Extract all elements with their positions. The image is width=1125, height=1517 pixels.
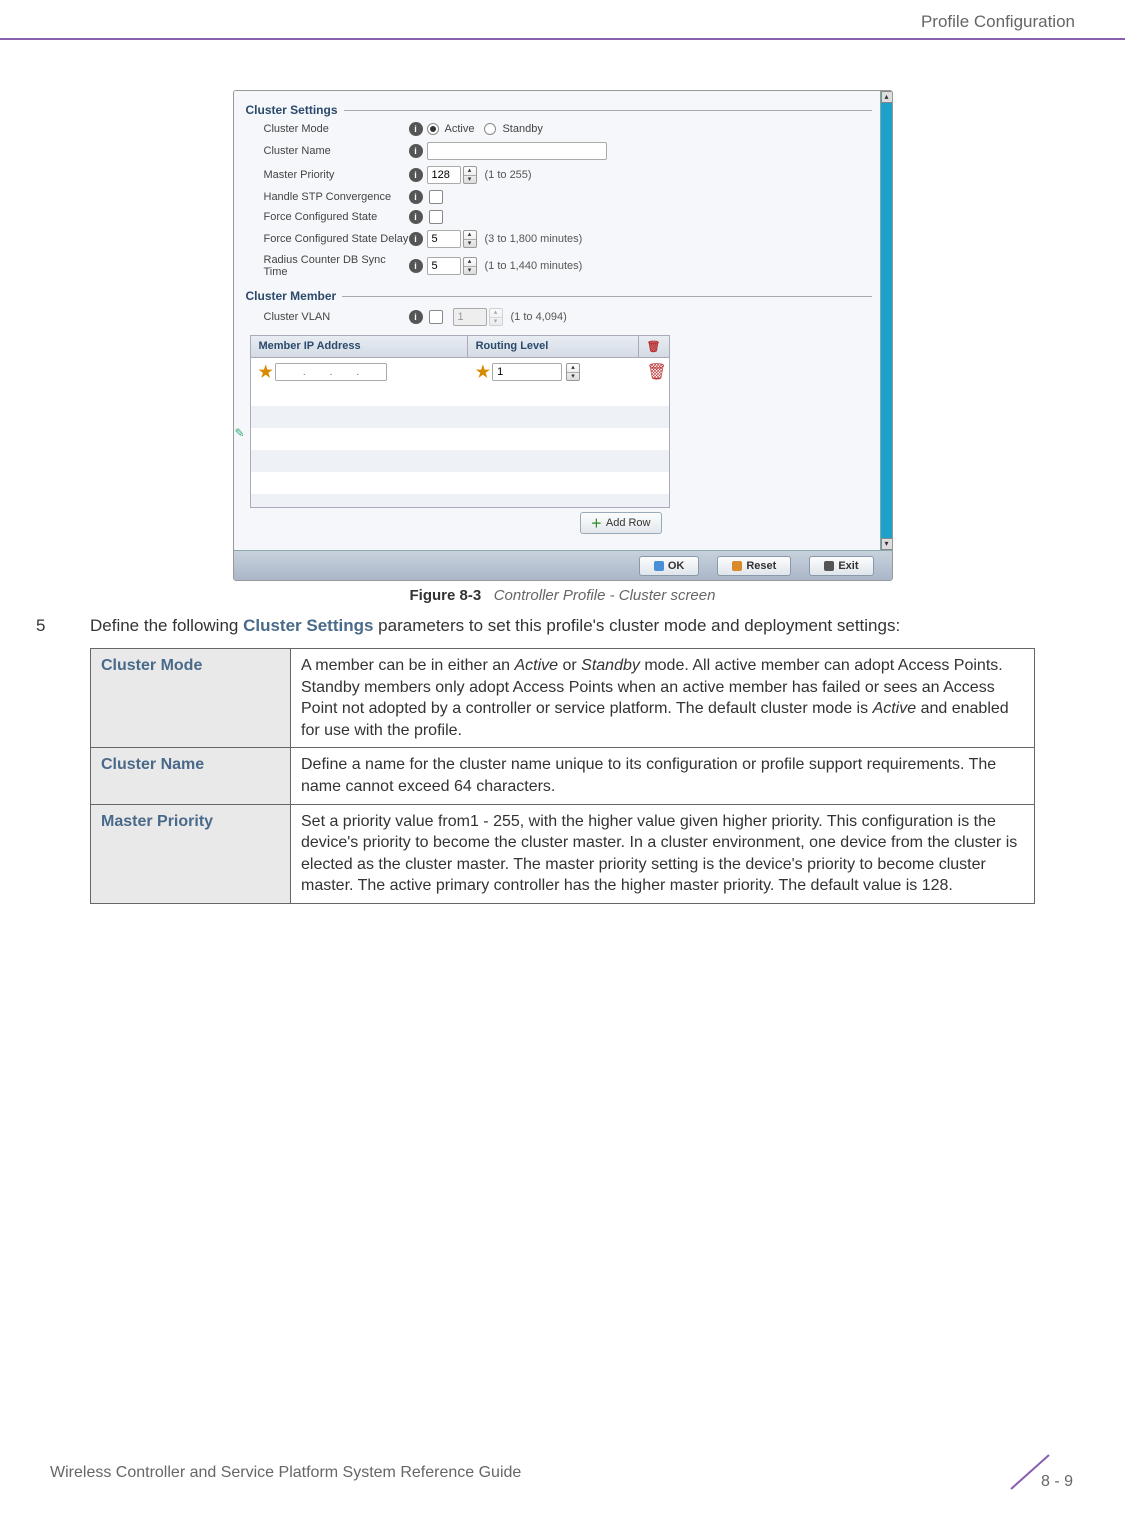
- scrollbar-vertical[interactable]: ▴ ▾: [880, 91, 892, 550]
- scroll-down-icon[interactable]: ▾: [881, 538, 893, 550]
- force-delay-spinner[interactable]: ▴▾: [463, 230, 477, 248]
- setting-term: Cluster Mode: [91, 649, 291, 748]
- dialog-footer: OK Reset Exit: [234, 550, 892, 580]
- setting-definition: A member can be in either an Active or S…: [291, 649, 1035, 748]
- table-row: Cluster NameDefine a name for the cluste…: [91, 748, 1035, 804]
- cluster-member-legend: Cluster Member: [246, 289, 337, 303]
- force-delay-hint: (3 to 1,800 minutes): [485, 233, 583, 245]
- info-icon[interactable]: i: [409, 122, 423, 136]
- exit-button[interactable]: Exit: [809, 556, 873, 576]
- master-priority-spinner[interactable]: ▴▾: [463, 166, 477, 184]
- cluster-mode-label: Cluster Mode: [264, 123, 409, 135]
- info-icon[interactable]: i: [409, 168, 423, 182]
- scroll-up-icon[interactable]: ▴: [881, 91, 893, 103]
- radius-sync-input[interactable]: [427, 257, 461, 275]
- col-header-routing: Routing Level: [468, 336, 639, 357]
- reset-icon: [732, 561, 742, 571]
- radio-active-label: Active: [445, 123, 475, 135]
- radius-sync-spinner[interactable]: ▴▾: [463, 257, 477, 275]
- cluster-vlan-spinner: ▴▾: [489, 308, 503, 326]
- ok-button[interactable]: OK: [639, 556, 700, 576]
- setting-definition: Define a name for the cluster name uniqu…: [291, 748, 1035, 804]
- table-row: Cluster ModeA member can be in either an…: [91, 649, 1035, 748]
- required-star-icon: ★: [476, 362, 490, 382]
- handle-stp-label: Handle STP Convergence: [264, 191, 409, 203]
- page-header: Profile Configuration: [0, 0, 1125, 40]
- exit-icon: [824, 561, 834, 571]
- radio-active[interactable]: [427, 123, 439, 135]
- setting-term: Master Priority: [91, 804, 291, 903]
- routing-level-input[interactable]: [492, 363, 562, 381]
- page-number: 8 - 9: [1041, 1473, 1073, 1491]
- settings-description-table: Cluster ModeA member can be in either an…: [90, 648, 1035, 904]
- info-icon[interactable]: i: [409, 190, 423, 204]
- plus-icon: ＋: [591, 515, 602, 531]
- radio-standby-label: Standby: [502, 123, 542, 135]
- setting-definition: Set a priority value from1 - 255, with t…: [291, 804, 1035, 903]
- header-title: Profile Configuration: [921, 12, 1075, 31]
- cluster-vlan-label: Cluster VLAN: [264, 311, 409, 323]
- trash-header-icon[interactable]: 🗑: [647, 341, 661, 353]
- add-row-button[interactable]: ＋ Add Row: [580, 512, 662, 534]
- info-icon[interactable]: i: [409, 259, 423, 273]
- edit-pencil-icon[interactable]: ✎: [235, 426, 245, 440]
- screenshot-container: ▴ ▾ Cluster Settings Cluster Mode i: [233, 90, 893, 581]
- radius-sync-label: Radius Counter DB Sync Time: [264, 254, 409, 278]
- member-ip-input[interactable]: . . .: [275, 363, 387, 381]
- info-icon[interactable]: i: [409, 310, 423, 324]
- setting-term: Cluster Name: [91, 748, 291, 804]
- force-configured-checkbox[interactable]: [429, 210, 443, 224]
- master-priority-hint: (1 to 255): [485, 169, 532, 181]
- page-number-ornament: 8 - 9: [1005, 1453, 1075, 1493]
- force-delay-label: Force Configured State Delay: [264, 233, 409, 245]
- step-5: 5Define the following Cluster Settings p…: [30, 616, 1035, 636]
- cluster-settings-fieldset: Cluster Settings Cluster Mode i Active: [246, 103, 872, 281]
- force-configured-label: Force Configured State: [264, 211, 409, 223]
- master-priority-input[interactable]: [427, 166, 461, 184]
- handle-stp-checkbox[interactable]: [429, 190, 443, 204]
- member-grid-body: ✎ ★ . . .: [250, 358, 670, 508]
- cluster-name-input[interactable]: [427, 142, 607, 160]
- info-icon[interactable]: i: [409, 210, 423, 224]
- routing-level-spinner[interactable]: ▴▾: [566, 363, 580, 381]
- footer-doc-title: Wireless Controller and Service Platform…: [50, 1464, 521, 1482]
- info-icon[interactable]: i: [409, 232, 423, 246]
- radius-sync-hint: (1 to 1,440 minutes): [485, 260, 583, 272]
- member-grid-header: Member IP Address Routing Level 🗑: [250, 335, 670, 358]
- step-number: 5: [30, 616, 90, 636]
- cluster-member-fieldset: Cluster Member Cluster VLAN i ▴▾ (1 to 4…: [246, 289, 872, 534]
- figure-caption: Figure 8-3 Controller Profile - Cluster …: [90, 587, 1035, 604]
- cluster-vlan-input: [453, 308, 487, 326]
- table-row: Master PrioritySet a priority value from…: [91, 804, 1035, 903]
- info-icon[interactable]: i: [409, 144, 423, 158]
- cluster-vlan-checkbox[interactable]: [429, 310, 443, 324]
- cluster-name-label: Cluster Name: [264, 145, 409, 157]
- add-row-label: Add Row: [606, 517, 651, 529]
- trash-row-icon[interactable]: 🗑: [647, 364, 667, 381]
- reset-button[interactable]: Reset: [717, 556, 791, 576]
- page-footer: Wireless Controller and Service Platform…: [0, 1453, 1125, 1493]
- ok-icon: [654, 561, 664, 571]
- cluster-settings-legend: Cluster Settings: [246, 103, 338, 117]
- cluster-vlan-hint: (1 to 4,094): [511, 311, 567, 323]
- master-priority-label: Master Priority: [264, 169, 409, 181]
- figure-description: Controller Profile - Cluster screen: [494, 587, 716, 604]
- figure-label: Figure 8-3: [410, 587, 482, 604]
- required-star-icon: ★: [259, 362, 273, 382]
- radio-standby[interactable]: [484, 123, 496, 135]
- table-row[interactable]: ★ . . . ★: [251, 358, 669, 386]
- step-bold-term: Cluster Settings: [243, 616, 373, 635]
- force-delay-input[interactable]: [427, 230, 461, 248]
- col-header-ip: Member IP Address: [251, 336, 468, 357]
